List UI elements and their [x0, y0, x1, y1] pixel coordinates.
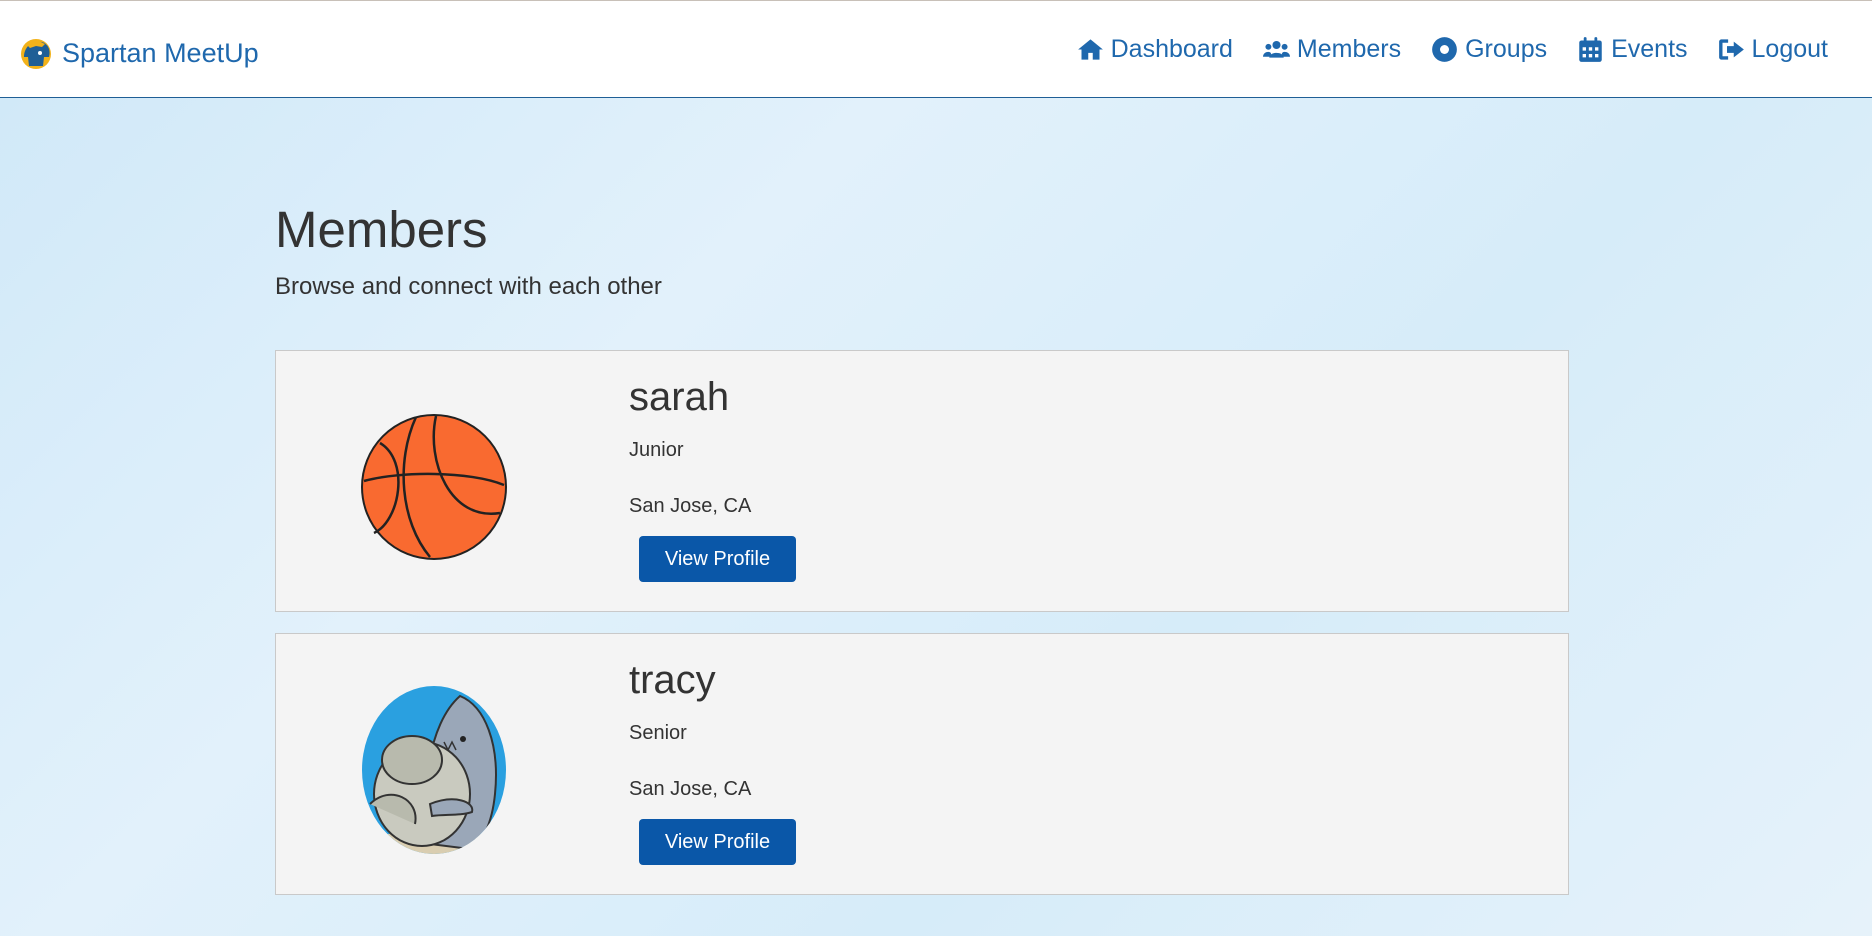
page-header: Members Browse and connect with each oth… [275, 200, 1571, 301]
nav-members-label: Members [1296, 35, 1402, 63]
nav-groups[interactable]: Groups [1431, 35, 1547, 64]
spartan-logo-icon [21, 39, 51, 69]
member-name: sarah [629, 375, 730, 419]
member-year: Junior [629, 439, 684, 461]
top-navbar: Spartan MeetUp Dashboard Members Groups [0, 0, 1872, 98]
member-name: tracy [629, 658, 716, 702]
nav-groups-label: Groups [1465, 35, 1548, 63]
member-location: San Jose, CA [629, 495, 752, 517]
nav-logout[interactable]: Logout [1718, 35, 1828, 64]
shark-manatee-avatar-icon [362, 686, 506, 854]
nav-events[interactable]: Events [1577, 35, 1688, 64]
users-icon [1262, 40, 1290, 58]
home-icon [1077, 39, 1103, 60]
calendar-icon [1579, 37, 1602, 62]
main-nav: Dashboard Members Groups Events Logout [1077, 35, 1828, 64]
nav-members[interactable]: Members [1262, 35, 1402, 64]
sign-out-icon [1718, 39, 1744, 60]
view-profile-button[interactable]: View Profile [639, 536, 796, 582]
brand-link[interactable]: Spartan MeetUp [18, 35, 259, 71]
page-subtitle: Browse and connect with each other [275, 273, 662, 300]
member-card: tracy Senior San Jose, CA View Profile [275, 633, 1569, 895]
page-title: Members [275, 201, 488, 258]
member-card: sarah Junior San Jose, CA View Profile [275, 350, 1569, 612]
nav-events-label: Events [1611, 35, 1688, 63]
circle-dot-icon [1432, 37, 1457, 62]
brand-name: Spartan MeetUp [62, 37, 259, 68]
member-year: Senior [629, 722, 687, 744]
nav-dashboard[interactable]: Dashboard [1077, 35, 1233, 64]
nav-dashboard-label: Dashboard [1110, 35, 1233, 63]
member-location: San Jose, CA [629, 778, 752, 800]
view-profile-button[interactable]: View Profile [639, 819, 796, 865]
nav-logout-label: Logout [1751, 35, 1828, 63]
basketball-avatar-icon [361, 414, 507, 560]
